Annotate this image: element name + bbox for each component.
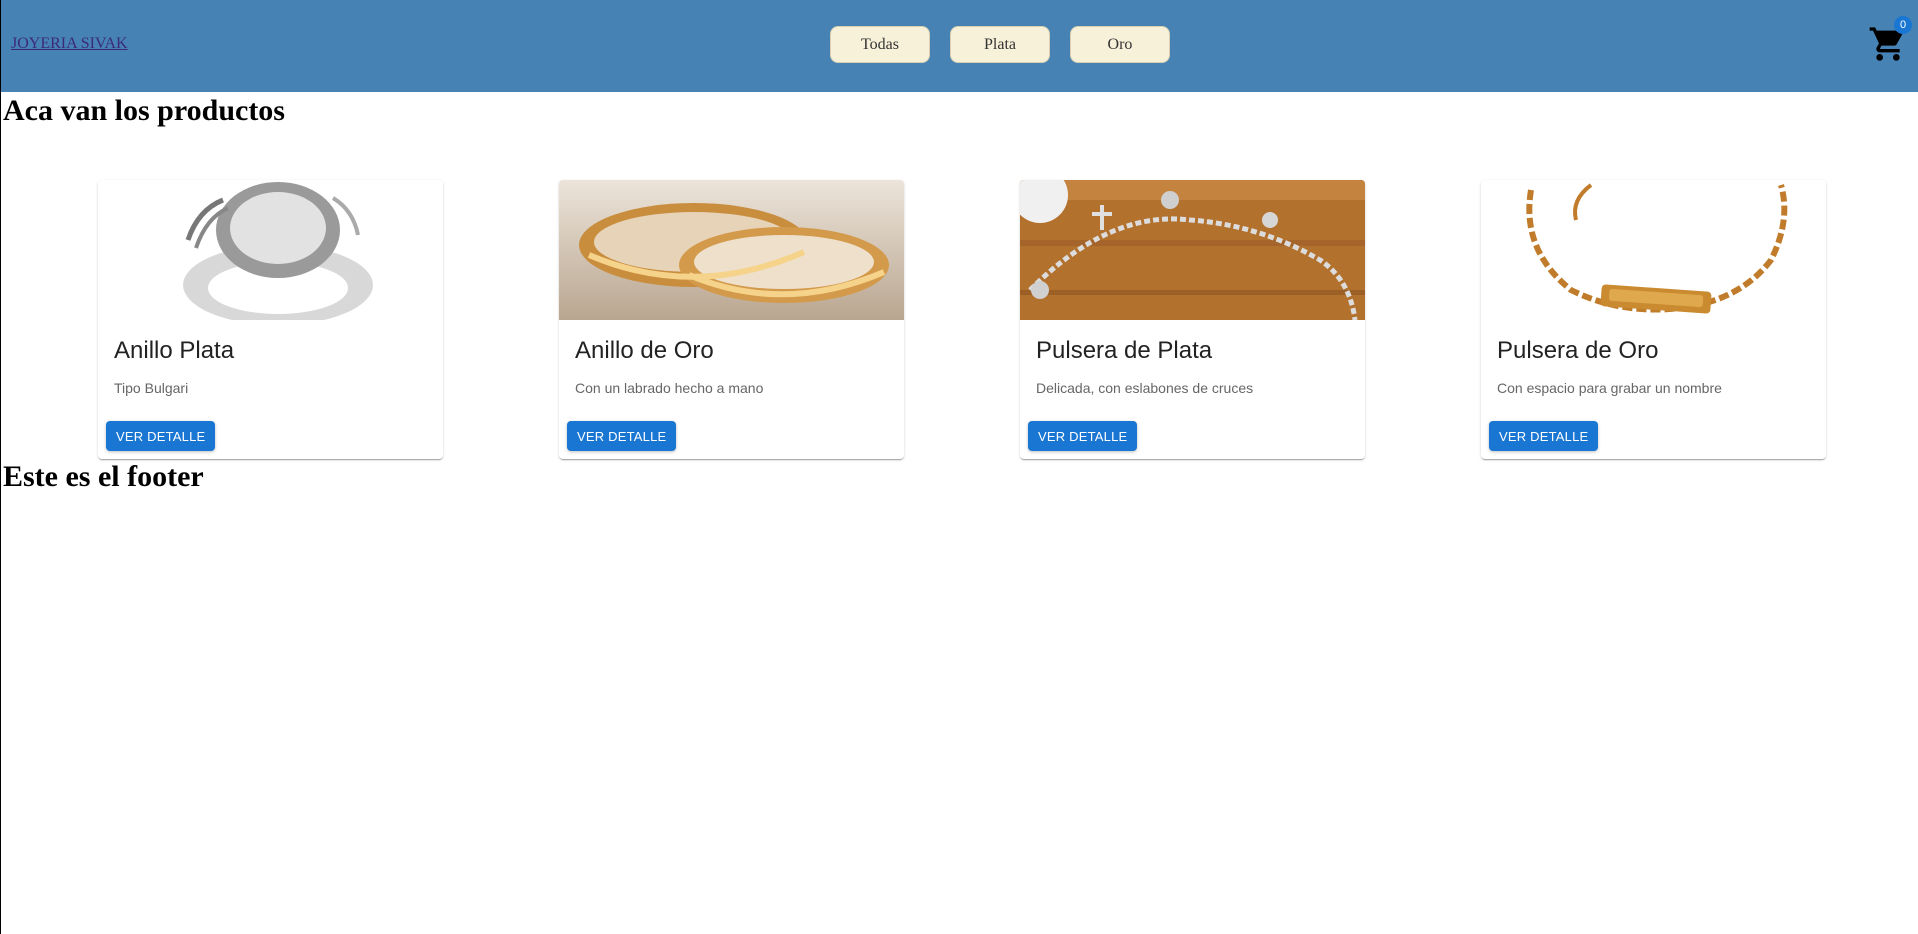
view-detail-button[interactable]: VER DETALLE <box>1028 421 1138 451</box>
product-card: Pulsera de Plata Delicada, con eslabones… <box>1020 180 1365 459</box>
brand-link[interactable]: JOYERIA SIVAK <box>11 35 128 53</box>
view-detail-button[interactable]: VER DETALLE <box>106 421 216 451</box>
view-detail-button[interactable]: VER DETALLE <box>567 421 677 451</box>
product-description: Delicada, con eslabones de cruces <box>1036 380 1254 396</box>
product-card: Anillo de Oro Con un labrado hecho a man… <box>559 180 904 459</box>
product-grid: Anillo Plata Tipo Bulgari VER DETALLE An… <box>98 180 1826 459</box>
product-image-silver-ring <box>98 180 443 320</box>
product-description: Tipo Bulgari <box>114 380 189 396</box>
footer-heading: Este es el footer <box>3 460 204 493</box>
product-image-silver-bracelet <box>1020 180 1365 320</box>
product-image-gold-bracelet <box>1481 180 1826 320</box>
category-nav: Todas Plata Oro <box>830 26 1170 63</box>
category-button-oro[interactable]: Oro <box>1070 26 1170 63</box>
product-image-gold-rings <box>559 180 904 320</box>
category-button-plata[interactable]: Plata <box>950 26 1050 63</box>
products-heading: Aca van los productos <box>3 94 285 127</box>
cart-button[interactable]: 0 <box>1868 16 1912 64</box>
product-description: Con espacio para grabar un nombre <box>1497 380 1722 396</box>
product-card: Anillo Plata Tipo Bulgari VER DETALLE <box>98 180 443 459</box>
cart-count-badge: 0 <box>1894 16 1912 34</box>
view-detail-button[interactable]: VER DETALLE <box>1489 421 1599 451</box>
product-card: Pulsera de Oro Con espacio para grabar u… <box>1481 180 1826 459</box>
product-title: Pulsera de Oro <box>1497 337 1659 364</box>
product-title: Anillo de Oro <box>575 337 714 364</box>
product-title: Pulsera de Plata <box>1036 337 1213 364</box>
category-button-todas[interactable]: Todas <box>830 26 930 63</box>
product-title: Anillo Plata <box>114 337 235 364</box>
product-description: Con un labrado hecho a mano <box>575 380 764 396</box>
navbar: JOYERIA SIVAK Todas Plata Oro 0 <box>1 0 1918 92</box>
